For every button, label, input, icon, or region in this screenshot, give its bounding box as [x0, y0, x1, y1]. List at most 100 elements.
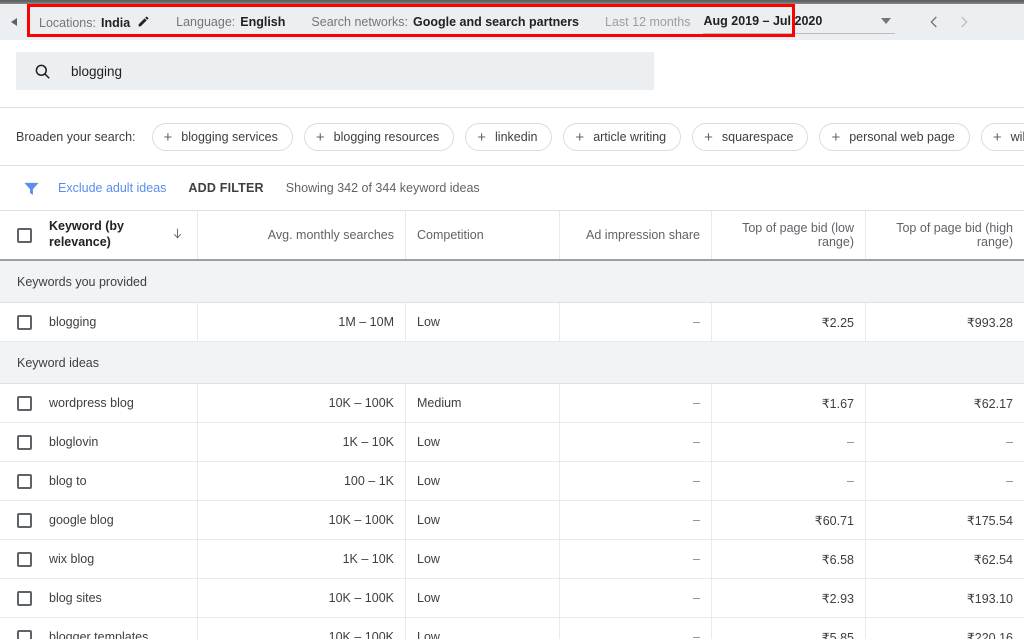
chevron-down-icon — [881, 17, 892, 24]
row-checkbox[interactable] — [17, 473, 32, 489]
setting-date-range[interactable]: Last 12 months Aug 2019 – Jul 2020 — [605, 11, 896, 34]
table-row[interactable]: wordpress blog 10K – 100K Medium – ₹1.67… — [0, 384, 1024, 423]
chevron-left-icon[interactable] — [919, 7, 949, 37]
cell-keyword[interactable]: bloglovin — [0, 423, 198, 461]
value: ₹175.54 — [966, 513, 1013, 528]
table-row[interactable]: bloglovin 1K – 10K Low – – – — [0, 423, 1024, 462]
cell-keyword[interactable]: google blog — [0, 501, 198, 539]
broaden-chip-linkedin[interactable]: + linkedin — [465, 123, 553, 151]
column-header-keyword[interactable]: Keyword (by relevance) — [0, 211, 198, 259]
cell-keyword[interactable]: blogging — [0, 303, 198, 341]
cell-avg-monthly-searches: 1M – 10M — [198, 303, 406, 341]
pencil-icon[interactable] — [137, 15, 150, 28]
chip-label: blogging services — [181, 130, 278, 144]
broaden-chip-squarespace[interactable]: + squarespace — [692, 123, 809, 151]
cell-keyword[interactable]: blogger templates — [0, 618, 198, 639]
broaden-chip-personal-web-page[interactable]: + personal web page — [819, 123, 970, 151]
group-title: Keyword ideas — [17, 355, 99, 370]
filter-row: Exclude adult ideas ADD FILTER Showing 3… — [0, 166, 1024, 210]
value: 10K – 100K — [328, 591, 394, 605]
column-header-keyword-label: Keyword (by relevance) — [49, 219, 125, 249]
column-header-ad-impression-share[interactable]: Ad impression share — [560, 211, 712, 259]
broaden-chip-blogging-resources[interactable]: + blogging resources — [303, 123, 455, 151]
row-checkbox[interactable] — [17, 314, 32, 330]
cell-competition: Low — [406, 618, 560, 639]
value: Low — [417, 513, 440, 527]
cell-bid-low: ₹2.93 — [712, 579, 866, 617]
plus-icon: + — [704, 128, 713, 146]
value: ₹220.16 — [966, 630, 1013, 639]
row-checkbox[interactable] — [17, 629, 32, 639]
filter-icon[interactable] — [23, 180, 40, 197]
cell-bid-low: – — [712, 423, 866, 461]
search-input[interactable]: blogging — [16, 52, 654, 90]
cell-ad-impression-share: – — [560, 501, 712, 539]
table-row[interactable]: blogger templates 10K – 100K Low – ₹5.85… — [0, 618, 1024, 639]
value: – — [847, 474, 854, 488]
locations-value: India — [100, 16, 131, 30]
column-header-top-of-page-bid-high[interactable]: Top of page bid (high range) — [866, 211, 1024, 259]
chevron-right-icon[interactable] — [949, 7, 979, 37]
row-checkbox[interactable] — [17, 551, 32, 567]
row-checkbox[interactable] — [17, 590, 32, 606]
group-header-keyword-ideas: Keyword ideas — [0, 342, 1024, 384]
row-checkbox[interactable] — [17, 395, 32, 411]
value: ₹193.10 — [966, 591, 1013, 606]
cell-avg-monthly-searches: 10K – 100K — [198, 618, 406, 639]
value: ₹5.85 — [821, 630, 854, 639]
cell-ad-impression-share: – — [560, 462, 712, 500]
setting-language[interactable]: Language: English — [176, 15, 285, 29]
value: ₹60.71 — [814, 513, 854, 528]
add-filter-button[interactable]: ADD FILTER — [188, 181, 263, 195]
group-title: Keywords you provided — [17, 274, 147, 289]
value: – — [1006, 474, 1013, 488]
broaden-chip-article-writing[interactable]: + article writing — [563, 123, 682, 151]
table-row[interactable]: google blog 10K – 100K Low – ₹60.71 ₹175… — [0, 501, 1024, 540]
cell-bid-high: ₹62.17 — [866, 384, 1024, 422]
table-row[interactable]: blog sites 10K – 100K Low – ₹2.93 ₹193.1… — [0, 579, 1024, 618]
exclude-adult-ideas-link[interactable]: Exclude adult ideas — [58, 181, 166, 195]
keyword-label: blog sites — [49, 591, 102, 605]
language-value: English — [240, 15, 286, 29]
column-header-avg-monthly-searches[interactable]: Avg. monthly searches — [198, 211, 406, 259]
date-range-dropdown[interactable]: Aug 2019 – Jul 2020 — [703, 11, 896, 34]
broaden-chip-wiki[interactable]: + wiki — [980, 123, 1024, 151]
plus-icon: + — [315, 128, 325, 146]
showing-count-text: Showing 342 of 344 keyword ideas — [285, 181, 480, 195]
column-header-label: Avg. monthly searches — [267, 228, 394, 242]
value: ₹993.28 — [966, 315, 1013, 330]
arrow-down-icon[interactable] — [171, 226, 184, 244]
keyword-planner-page: Locations: India Language: English Searc… — [0, 0, 1024, 639]
broaden-label: Broaden your search: — [16, 130, 136, 144]
select-all-checkbox[interactable] — [17, 227, 32, 243]
plus-icon: + — [163, 128, 173, 146]
value: 1K – 10K — [342, 552, 394, 566]
cell-keyword[interactable]: blog to — [0, 462, 198, 500]
locations-label: Locations: — [39, 16, 96, 30]
table-row[interactable]: wix blog 1K – 10K Low – ₹6.58 ₹62.54 — [0, 540, 1024, 579]
setting-search-networks[interactable]: Search networks: Google and search partn… — [311, 15, 579, 29]
table-row[interactable]: blog to 100 – 1K Low – – – — [0, 462, 1024, 501]
plus-icon: + — [831, 128, 841, 146]
broaden-chip-blogging-services[interactable]: + blogging services — [151, 123, 293, 151]
cell-keyword[interactable]: blog sites — [0, 579, 198, 617]
cell-keyword[interactable]: wix blog — [0, 540, 198, 578]
cell-bid-low: ₹60.71 — [712, 501, 866, 539]
setting-locations[interactable]: Locations: India — [39, 14, 150, 30]
column-header-competition[interactable]: Competition — [406, 211, 560, 259]
column-header-top-of-page-bid-low[interactable]: Top of page bid (low range) — [712, 211, 866, 259]
value: Medium — [417, 396, 462, 410]
cell-ad-impression-share: – — [560, 579, 712, 617]
collapse-panel-button[interactable] — [0, 4, 28, 40]
table-row[interactable]: blogging 1M – 10M Low – ₹2.25 ₹993.28 — [0, 303, 1024, 342]
broaden-your-search-row: Broaden your search: + blogging services… — [0, 109, 1024, 165]
cell-bid-low: – — [712, 462, 866, 500]
value: – — [693, 435, 700, 449]
row-checkbox[interactable] — [17, 434, 32, 450]
date-range-label: Last 12 months — [605, 15, 691, 29]
plus-icon: + — [477, 128, 487, 146]
row-checkbox[interactable] — [17, 512, 32, 528]
cell-competition: Medium — [406, 384, 560, 422]
cell-keyword[interactable]: wordpress blog — [0, 384, 198, 422]
cell-ad-impression-share: – — [560, 384, 712, 422]
